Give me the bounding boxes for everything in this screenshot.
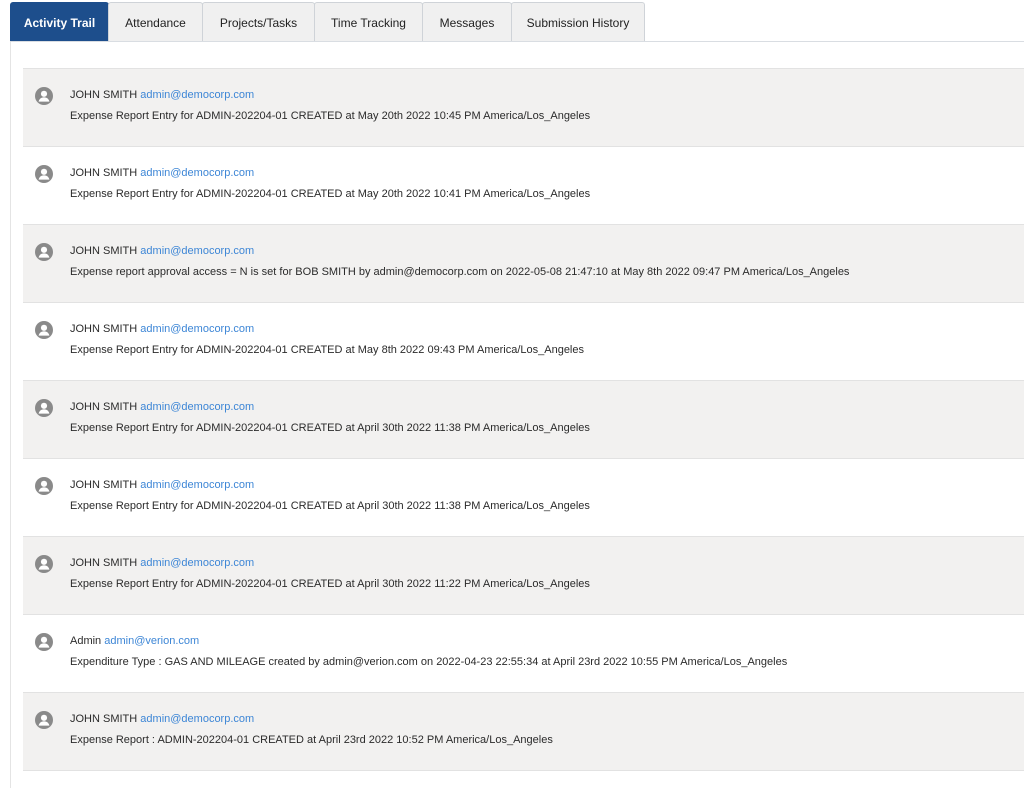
activity-list: JOHN SMITH admin@democorp.com Expense Re… (23, 68, 1024, 771)
activity-item: JOHN SMITH admin@democorp.com Expense Re… (23, 459, 1024, 537)
activity-user-line: Admin admin@verion.com (70, 635, 199, 647)
user-name: JOHN SMITH (70, 479, 138, 491)
activity-item: JOHN SMITH admin@democorp.com Expense Re… (23, 303, 1024, 381)
activity-description: Expense Report Entry for ADMIN-202204-01… (70, 344, 584, 356)
user-email-link[interactable]: admin@democorp.com (140, 245, 254, 257)
user-name: JOHN SMITH (70, 167, 138, 179)
user-email-link[interactable]: admin@democorp.com (140, 167, 254, 179)
user-name: JOHN SMITH (70, 557, 138, 569)
avatar-icon (35, 321, 53, 339)
activity-user-line: JOHN SMITH admin@democorp.com (70, 89, 254, 101)
user-email-link[interactable]: admin@democorp.com (140, 713, 254, 725)
activity-description: Expense Report : ADMIN-202204-01 CREATED… (70, 734, 553, 746)
activity-user-line: JOHN SMITH admin@democorp.com (70, 167, 254, 179)
user-name: Admin (70, 635, 102, 647)
activity-description: Expense Report Entry for ADMIN-202204-01… (70, 422, 590, 434)
tab-attendance[interactable]: Attendance (108, 2, 203, 42)
user-email-link[interactable]: admin@democorp.com (140, 401, 254, 413)
user-name: JOHN SMITH (70, 89, 138, 101)
avatar-icon (35, 555, 53, 573)
activity-description: Expenditure Type : GAS AND MILEAGE creat… (70, 656, 788, 668)
activity-description: Expense Report Entry for ADMIN-202204-01… (70, 188, 591, 200)
activity-user-line: JOHN SMITH admin@democorp.com (70, 401, 254, 413)
activity-item: JOHN SMITH admin@democorp.com Expense Re… (23, 693, 1024, 771)
activity-item: JOHN SMITH admin@democorp.com Expense Re… (23, 537, 1024, 615)
activity-user-line: JOHN SMITH admin@democorp.com (70, 479, 254, 491)
user-email-link[interactable]: admin@verion.com (104, 635, 199, 647)
activity-description: Expense Report Entry for ADMIN-202204-01… (70, 110, 591, 122)
tab-messages[interactable]: Messages (422, 2, 512, 42)
avatar-icon (35, 633, 53, 651)
activity-item: Admin admin@verion.com Expenditure Type … (23, 615, 1024, 693)
activity-trail-panel: JOHN SMITH admin@democorp.com Expense Re… (10, 42, 1024, 788)
tab-time-tracking[interactable]: Time Tracking (314, 2, 423, 42)
activity-item: JOHN SMITH admin@democorp.com Expense re… (23, 225, 1024, 303)
user-email-link[interactable]: admin@democorp.com (140, 89, 254, 101)
activity-item: JOHN SMITH admin@democorp.com Expense Re… (23, 69, 1024, 147)
activity-item: JOHN SMITH admin@democorp.com Expense Re… (23, 147, 1024, 225)
activity-description: Expense Report Entry for ADMIN-202204-01… (70, 500, 590, 512)
activity-user-line: JOHN SMITH admin@democorp.com (70, 245, 254, 257)
activity-user-line: JOHN SMITH admin@democorp.com (70, 323, 254, 335)
tab-projects-tasks[interactable]: Projects/Tasks (202, 2, 315, 42)
user-email-link[interactable]: admin@democorp.com (140, 323, 254, 335)
avatar-icon (35, 165, 53, 183)
user-name: JOHN SMITH (70, 713, 138, 725)
activity-description: Expense Report Entry for ADMIN-202204-01… (70, 578, 590, 590)
avatar-icon (35, 243, 53, 261)
tab-activity-trail[interactable]: Activity Trail (10, 2, 109, 42)
avatar-icon (35, 87, 53, 105)
tab-bar: Activity Trail Attendance Projects/Tasks… (10, 2, 645, 42)
activity-user-line: JOHN SMITH admin@democorp.com (70, 713, 254, 725)
user-name: JOHN SMITH (70, 323, 138, 335)
user-email-link[interactable]: admin@democorp.com (140, 557, 254, 569)
avatar-icon (35, 399, 53, 417)
tab-submission-history[interactable]: Submission History (511, 2, 645, 42)
activity-item: JOHN SMITH admin@democorp.com Expense Re… (23, 381, 1024, 459)
user-name: JOHN SMITH (70, 401, 138, 413)
avatar-icon (35, 711, 53, 729)
activity-description: Expense report approval access = N is se… (70, 266, 850, 278)
user-name: JOHN SMITH (70, 245, 138, 257)
avatar-icon (35, 477, 53, 495)
user-email-link[interactable]: admin@democorp.com (140, 479, 254, 491)
activity-user-line: JOHN SMITH admin@democorp.com (70, 557, 254, 569)
